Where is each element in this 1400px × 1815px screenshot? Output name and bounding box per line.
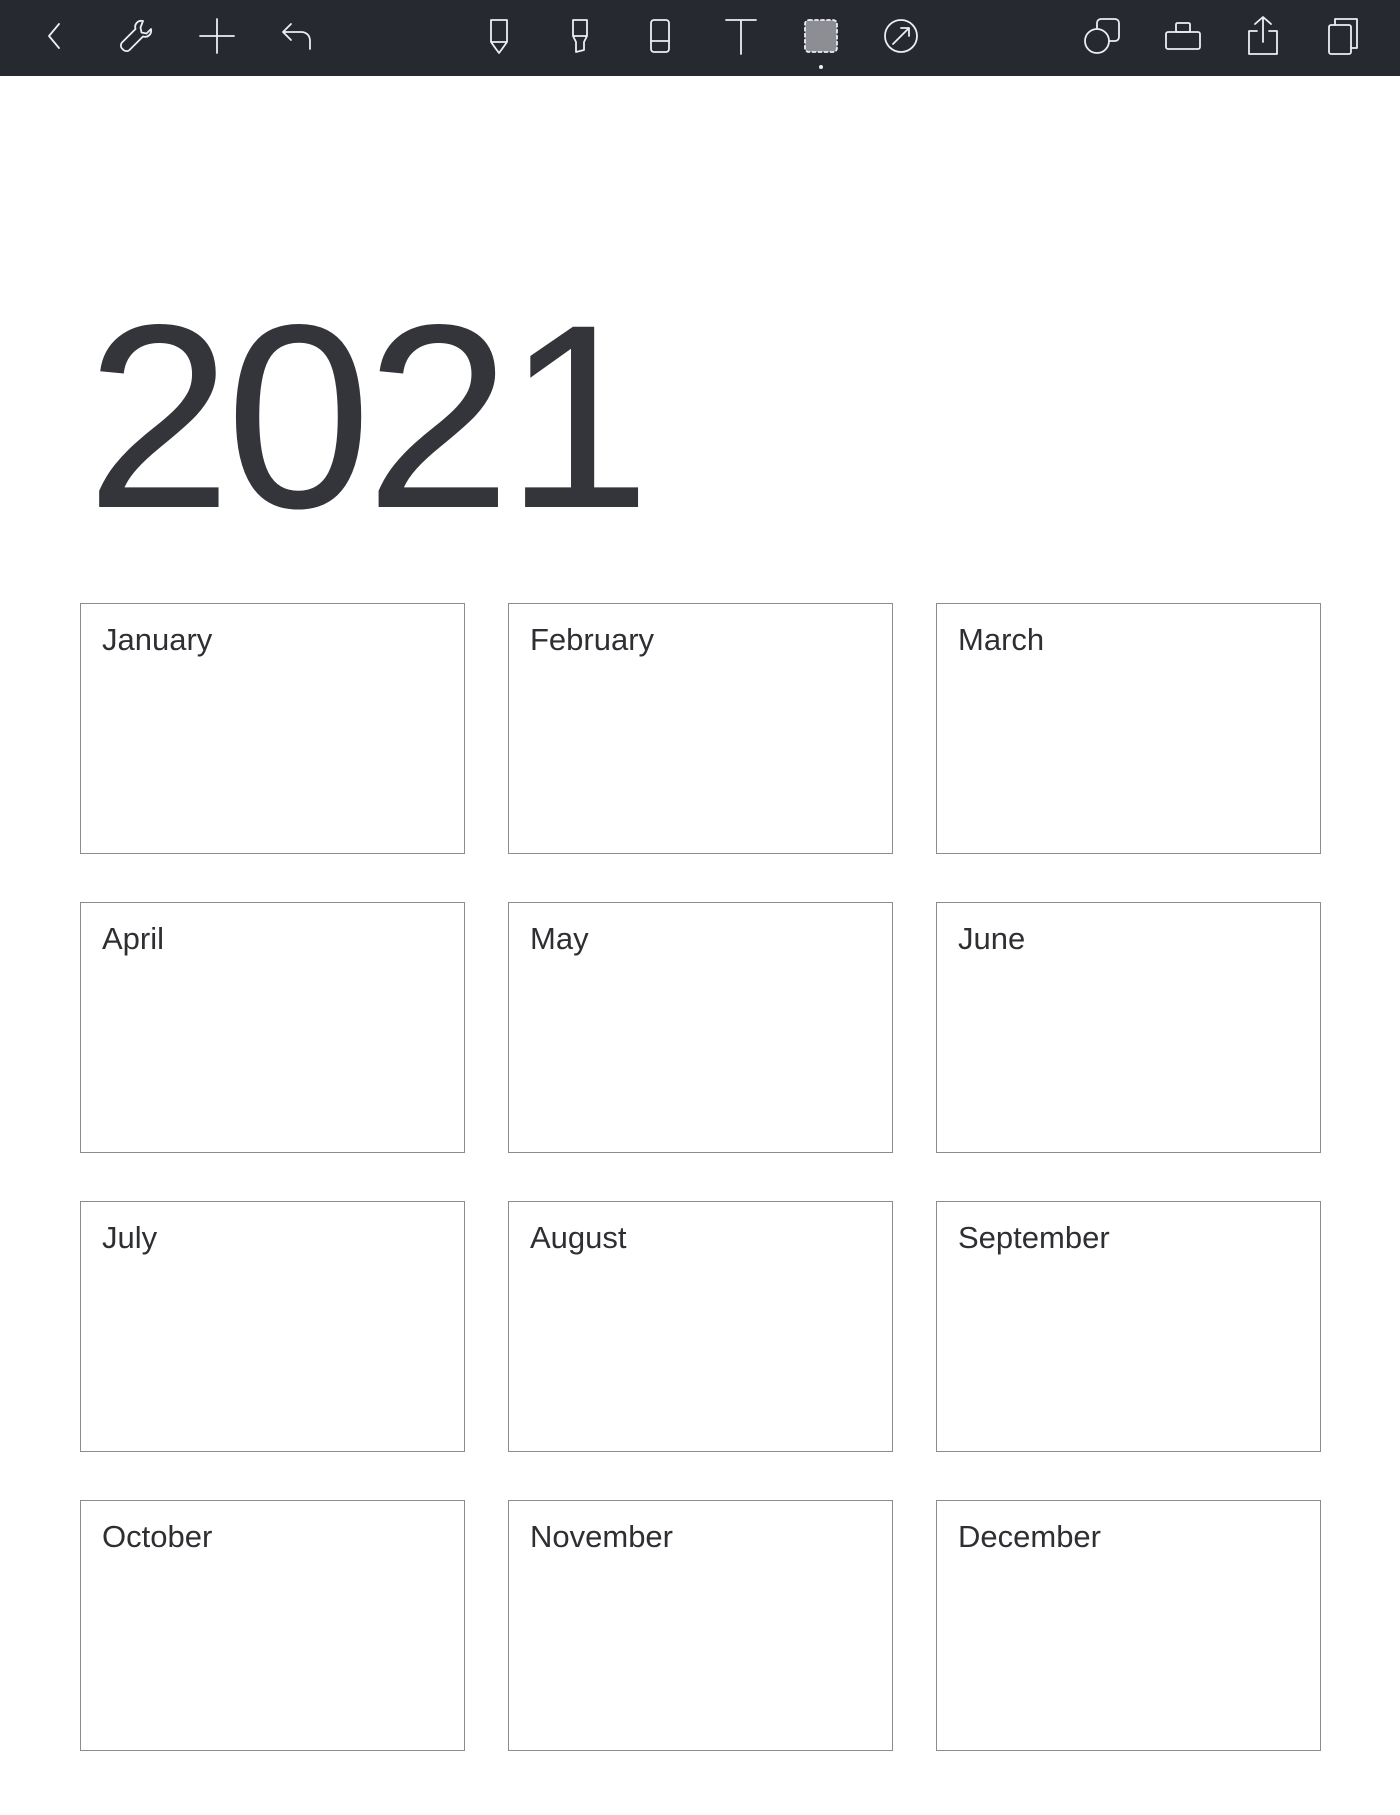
month-box-june[interactable]: June — [936, 902, 1321, 1153]
month-label: February — [530, 622, 655, 657]
month-label: January — [102, 622, 213, 657]
month-label: September — [958, 1220, 1110, 1255]
top-toolbar — [0, 0, 1400, 76]
month-box-may[interactable]: May — [508, 902, 893, 1153]
month-label: April — [102, 921, 165, 956]
settings-button[interactable] — [111, 10, 161, 62]
elements-button[interactable] — [1158, 10, 1208, 62]
month-box-october[interactable]: October — [80, 1500, 465, 1751]
month-box-march[interactable]: March — [936, 603, 1321, 854]
laser-pointer-icon — [879, 14, 923, 58]
lasso-select-icon — [799, 14, 843, 58]
text-tool-button[interactable] — [716, 10, 766, 62]
add-button[interactable] — [192, 10, 242, 62]
year-title: 2021 — [86, 270, 651, 563]
undo-icon — [275, 14, 319, 58]
back-button[interactable] — [30, 10, 80, 62]
eraser-tool-button[interactable] — [635, 10, 685, 62]
chevron-left-icon — [33, 14, 77, 58]
month-box-april[interactable]: April — [80, 902, 465, 1153]
month-label: August — [530, 1220, 627, 1255]
share-icon — [1241, 14, 1285, 58]
month-box-august[interactable]: August — [508, 1201, 893, 1452]
month-box-february[interactable]: February — [508, 603, 893, 854]
highlighter-tool-button[interactable] — [555, 10, 605, 62]
pages-button[interactable] — [1318, 10, 1368, 62]
month-label: December — [958, 1519, 1101, 1554]
month-label: July — [102, 1220, 158, 1255]
pages-icon — [1321, 14, 1365, 58]
month-box-january[interactable]: January — [80, 603, 465, 854]
shapes-button[interactable] — [1078, 10, 1128, 62]
pen-icon — [477, 14, 521, 58]
highlighter-icon — [558, 14, 602, 58]
month-box-september[interactable]: September — [936, 1201, 1321, 1452]
month-label: March — [958, 622, 1045, 657]
month-label: November — [530, 1519, 673, 1554]
month-label: May — [530, 921, 589, 956]
month-box-july[interactable]: July — [80, 1201, 465, 1452]
month-label: June — [958, 921, 1026, 956]
laser-pointer-button[interactable] — [876, 10, 926, 62]
text-icon — [719, 14, 763, 58]
elements-icon — [1161, 14, 1205, 58]
plus-icon — [195, 14, 239, 58]
lasso-tool-button[interactable] — [796, 10, 846, 69]
month-grid: January February March April May June Ju… — [80, 603, 1321, 1751]
pen-tool-button[interactable] — [474, 10, 524, 62]
wrench-icon — [114, 14, 158, 58]
month-box-december[interactable]: December — [936, 1500, 1321, 1751]
undo-button[interactable] — [272, 10, 322, 62]
share-button[interactable] — [1238, 10, 1288, 62]
eraser-icon — [638, 14, 682, 58]
selected-indicator — [819, 65, 823, 69]
month-box-november[interactable]: November — [508, 1500, 893, 1751]
shapes-icon — [1081, 14, 1125, 58]
month-label: October — [102, 1519, 213, 1554]
